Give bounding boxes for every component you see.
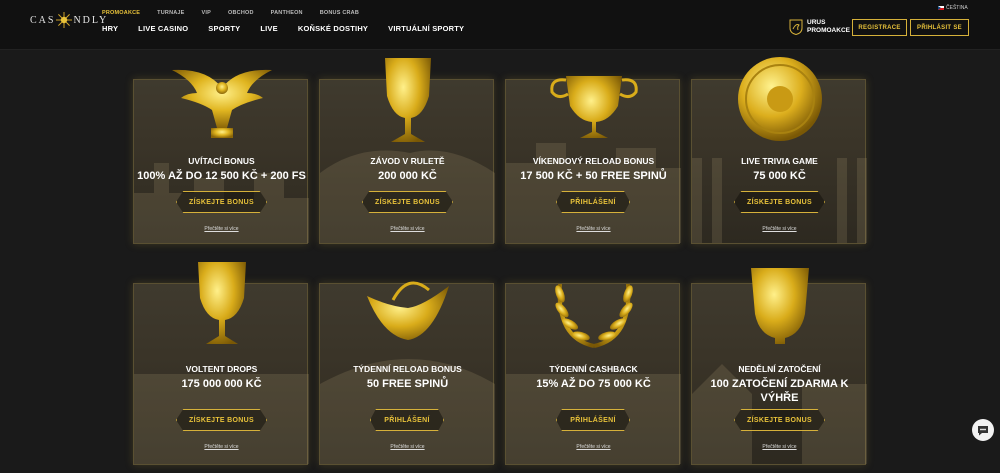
casindly-logo[interactable]: CAS NDLY <box>30 12 108 28</box>
promo-card-live-trivia: LIVE TRIVIA GAME 75 000 KČ ZÍSKEJTE BONU… <box>691 57 867 244</box>
language-label: ČEŠTINA <box>946 5 968 11</box>
mainnav-sporty[interactable]: SPORTY <box>208 24 240 33</box>
golden-shield-icon <box>692 57 867 146</box>
laurel-wreath-icon <box>506 262 681 350</box>
mainnav-hry[interactable]: HRY <box>102 24 118 33</box>
topnav-bonus-crab[interactable]: BONUS CRAB <box>320 10 359 16</box>
read-more-link[interactable]: Přečtěte si více <box>506 226 681 232</box>
read-more-link[interactable]: Přečtěte si více <box>506 444 681 450</box>
login-button[interactable]: PŘIHLÁSIT SE <box>910 19 969 36</box>
promo-title: NEDĚLNÍ ZATOČENÍ <box>738 364 821 374</box>
read-more-link[interactable]: Přečtěte si více <box>134 226 309 232</box>
golden-chalice-icon <box>134 262 309 350</box>
promo-card-weekly-cashback: TÝDENNÍ CASHBACK 15% AŽ DO 75 000 KČ PŘI… <box>505 283 681 465</box>
topnav-vip[interactable]: VIP <box>202 10 211 16</box>
get-bonus-button[interactable]: ZÍSKEJTE BONUS <box>362 191 453 213</box>
read-more-link[interactable]: Přečtěte si více <box>692 226 867 232</box>
promo-title: TÝDENNÍ CASHBACK <box>549 364 638 374</box>
get-bonus-button[interactable]: ZÍSKEJTE BONUS <box>176 191 267 213</box>
get-bonus-button[interactable]: ZÍSKEJTE BONUS <box>734 409 825 431</box>
promo-title: VOLTENT DROPS <box>185 364 258 374</box>
language-selector[interactable]: ČEŠTINA <box>938 5 968 11</box>
topnav-turnaje[interactable]: TURNAJE <box>157 10 184 16</box>
promo-card-sunday-spins: NEDĚLNÍ ZATOČENÍ 100 ZATOČENÍ ZDARMA K V… <box>691 268 867 465</box>
promo-card-voltent-drops: VOLTENT DROPS 175 000 000 KČ ZÍSKEJTE BO… <box>133 262 309 465</box>
promo-card-welcome-bonus: UVÍTACÍ BONUS 100% AŽ DO 12 500 KČ + 200… <box>133 69 309 244</box>
live-chat-button[interactable] <box>972 419 994 441</box>
sun-icon <box>56 12 73 28</box>
promo-prize: 75 000 KČ <box>753 170 806 182</box>
promo-title: VÍKENDOVÝ RELOAD BONUS <box>532 156 655 166</box>
promo-title: TÝDENNÍ RELOAD BONUS <box>353 364 462 374</box>
mainnav-live-casino[interactable]: LIVE CASINO <box>138 24 188 33</box>
promo-prize: 175 000 000 KČ <box>181 378 262 390</box>
promo-title: ZÁVOD V RULETĚ <box>370 156 445 166</box>
promo-card-roulette-race: ZÁVOD V RULETĚ 200 000 KČ ZÍSKEJTE BONUS… <box>319 58 495 244</box>
promo-prize: 17 500 KČ + 50 FREE SPINŮ <box>520 170 667 182</box>
promo-prize: 50 FREE SPINŮ <box>366 378 449 390</box>
urus-promo-text: URUS PROMOAKCE <box>807 19 850 35</box>
golden-cup-icon <box>506 58 681 146</box>
golden-eagle-icon <box>134 58 309 146</box>
main-nav: HRY LIVE CASINO SPORTY LIVE KOŇSKÉ DOSTI… <box>102 24 484 33</box>
topnav-obchod[interactable]: OBCHOD <box>228 10 254 16</box>
mainnav-virtualni-sporty[interactable]: VIRTUÁLNÍ SPORTY <box>388 24 464 33</box>
read-more-link[interactable]: Přečtěte si více <box>320 444 495 450</box>
topnav-promoakce[interactable]: PROMOAKCE <box>102 10 140 16</box>
read-more-link[interactable]: Přečtěte si více <box>692 444 867 450</box>
lamborghini-shield-icon <box>789 19 803 35</box>
promo-title: LIVE TRIVIA GAME <box>741 156 818 166</box>
login-cta-button[interactable]: PŘIHLÁŠENÍ <box>370 409 444 431</box>
chat-bubble-icon <box>978 425 988 435</box>
mainnav-live[interactable]: LIVE <box>260 24 277 33</box>
promo-card-weekend-reload: VÍKENDOVÝ RELOAD BONUS 17 500 KČ + 50 FR… <box>505 76 681 244</box>
logo-text-left: CAS <box>30 14 56 26</box>
promo-prize: 100 ZATOČENÍ ZDARMA K VÝHŘE <box>710 378 849 404</box>
promoakce-label: PROMOAKCE <box>807 27 850 34</box>
login-cta-button[interactable]: PŘIHLÁŠENÍ <box>556 409 630 431</box>
golden-goblet-icon <box>320 58 495 146</box>
promo-card-weekly-reload: TÝDENNÍ RELOAD BONUS 50 FREE SPINŮ PŘIHL… <box>319 281 495 465</box>
get-bonus-button[interactable]: ZÍSKEJTE BONUS <box>176 409 267 431</box>
promo-prize: 15% AŽ DO 75 000 KČ <box>536 378 651 390</box>
get-bonus-button[interactable]: ZÍSKEJTE BONUS <box>734 191 825 213</box>
read-more-link[interactable]: Přečtěte si více <box>320 226 495 232</box>
czech-flag-icon <box>938 6 944 10</box>
mainnav-konske-dostihy[interactable]: KOŇSKÉ DOSTIHY <box>298 24 368 33</box>
top-nav: PROMOAKCE TURNAJE VIP OBCHOD PANTHEON BO… <box>102 10 376 16</box>
promo-title: UVÍTACÍ BONUS <box>188 156 255 166</box>
promo-prize: 200 000 KČ <box>378 170 437 182</box>
read-more-link[interactable]: Přečtěte si více <box>134 444 309 450</box>
golden-boat-bowl-icon <box>320 262 495 350</box>
site-header: CAS NDLY PROMOAKCE TURNAJE VIP OBCHOD PA… <box>0 0 1000 50</box>
topnav-pantheon[interactable]: PANTHEON <box>271 10 303 16</box>
promo-prize: 100% AŽ DO 12 500 KČ + 200 FS <box>137 170 306 182</box>
login-cta-button[interactable]: PŘIHLÁŠENÍ <box>556 191 630 213</box>
urus-promo-link[interactable]: URUS PROMOAKCE <box>789 19 850 35</box>
urus-label: URUS <box>807 19 826 26</box>
register-button[interactable]: REGISTRACE <box>852 19 907 36</box>
golden-vase-icon <box>692 262 867 350</box>
